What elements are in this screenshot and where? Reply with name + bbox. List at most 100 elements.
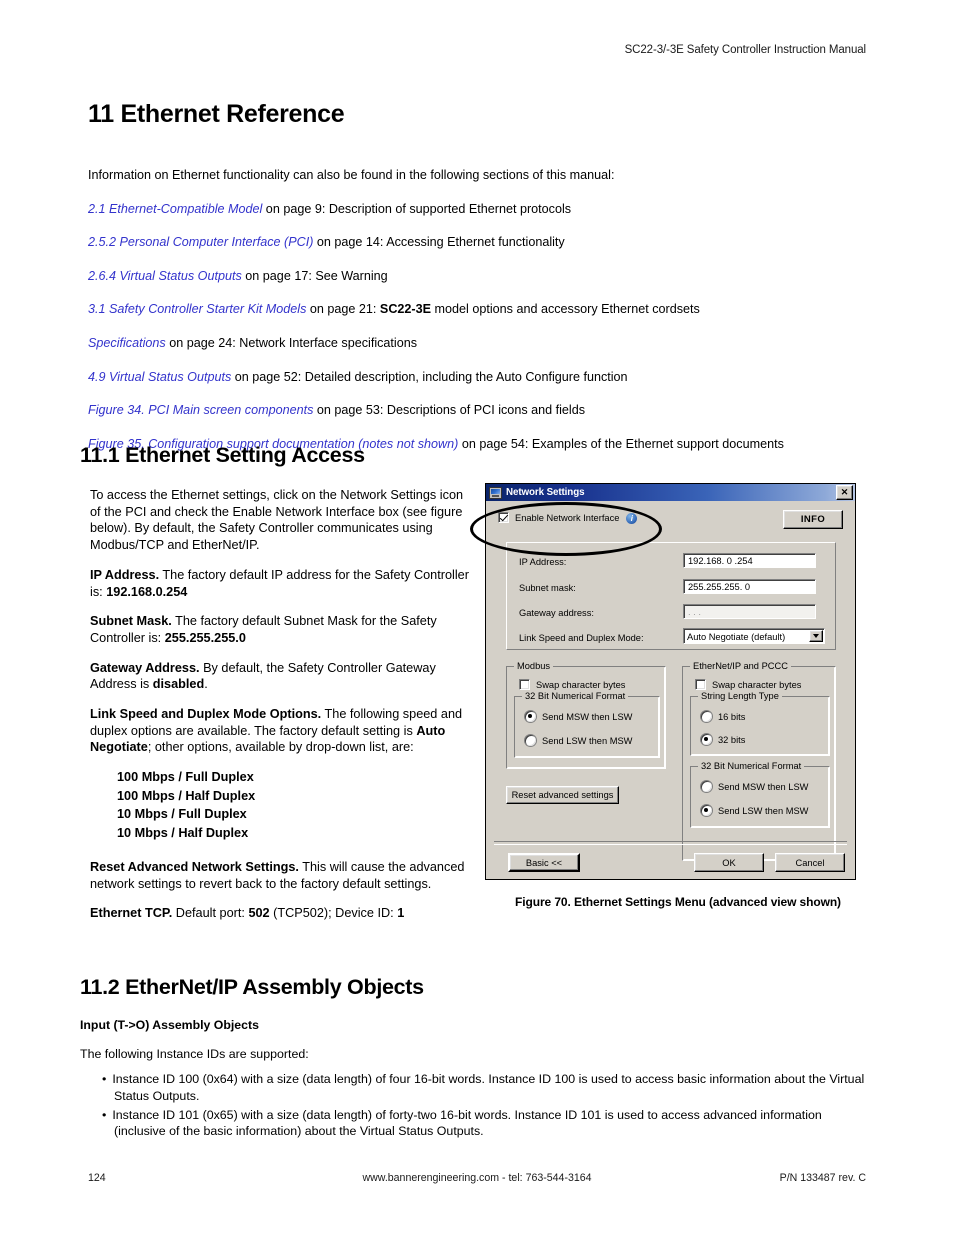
string-length-type-group: String Length Type 16 bits 32 bits [690, 691, 830, 756]
subnet-mask-input[interactable]: 255.255.255. 0 [683, 579, 816, 594]
modbus-msw-lsw-radio[interactable] [525, 711, 536, 722]
chevron-down-icon[interactable] [809, 630, 823, 642]
duplex-options-list: 100 Mbps / Full Duplex 100 Mbps / Half D… [90, 768, 475, 843]
cross-reference-link[interactable]: 2.1 Ethernet-Compatible Model [88, 202, 262, 216]
ethernet-ip-group: EtherNet/IP and PCCC Swap character byte… [682, 661, 836, 861]
string-length-16-row[interactable]: 16 bits [701, 711, 745, 722]
duplex-option-item: 10 Mbps / Half Duplex [117, 826, 249, 841]
footer-center-text: www.bannerengineering.com - tel: 763-544… [362, 1172, 592, 1184]
chapter-block: 11 Ethernet Reference Information on Eth… [88, 100, 866, 469]
section-11-2-subheading: Input (T->O) Assembly Objects [80, 1018, 259, 1032]
subnet-mask-field-label: Subnet mask: [519, 583, 576, 593]
cross-reference-text: on page 14: Accessing Ethernet functiona… [313, 235, 565, 250]
reset-advanced-settings-button[interactable]: Reset advanced settings [506, 786, 619, 804]
cross-reference-text: on page 54: Examples of the Ethernet sup… [458, 436, 784, 451]
modbus-lsw-msw-row[interactable]: Send LSW then MSW [525, 735, 632, 746]
ip-address-label: IP Address. [90, 567, 160, 582]
cross-reference-text: on page 17: See Warning [241, 268, 388, 283]
figure-caption: Figure 70. Ethernet Settings Menu (advan… [515, 895, 841, 909]
cross-reference-link[interactable]: Specifications [88, 336, 166, 350]
ip-address-input[interactable]: 192.168. 0 .254 [683, 553, 816, 568]
enip-msw-lsw-radio[interactable] [701, 781, 712, 792]
cancel-button[interactable]: Cancel [775, 853, 845, 872]
dialog-titlebar[interactable]: Network Settings ✕ [486, 484, 855, 501]
cross-reference-link[interactable]: 4.9 Virtual Status Outputs [88, 370, 231, 384]
dialog-separator [494, 841, 847, 845]
section-11-2-lead: The following Instance IDs are supported… [80, 1047, 309, 1061]
dialog-title: Network Settings [506, 487, 585, 498]
enip-swap-bytes-checkbox[interactable] [695, 679, 706, 690]
enable-network-interface-label: Enable Network Interface [515, 512, 620, 523]
modbus-msw-lsw-row[interactable]: Send MSW then LSW [525, 711, 632, 722]
link-speed-dropdown[interactable]: Auto Negotiate (default) [683, 628, 825, 644]
page-footer: 124 www.bannerengineering.com - tel: 763… [88, 1172, 866, 1184]
string-length-type-title: String Length Type [698, 691, 782, 701]
subnet-mask-value: 255.255.255.0 [164, 630, 246, 645]
string-length-32-row[interactable]: 32 bits [701, 734, 745, 745]
duplex-option-item: 10 Mbps / Full Duplex [117, 807, 247, 822]
ethernet-tcp-label: Ethernet TCP. [90, 906, 173, 921]
reset-advanced-label: Reset Advanced Network Settings. [90, 859, 299, 874]
paragraph-reset-advanced: Reset Advanced Network Settings. This wi… [90, 859, 475, 892]
paragraph-intro: To access the Ethernet settings, click o… [90, 488, 464, 553]
basic-view-button[interactable]: Basic << [508, 853, 580, 872]
paragraph-subnet-mask: Subnet Mask. The factory default Subnet … [90, 613, 475, 646]
cross-reference-line: Specifications on page 24: Network Inter… [88, 335, 866, 352]
link-speed-selected-value: Auto Negotiate (default) [687, 632, 786, 642]
ethernet-tcp-text-1: Default port: [172, 906, 249, 921]
cross-reference-link[interactable]: 2.6.4 Virtual Status Outputs [88, 269, 242, 283]
string-length-16-radio[interactable] [701, 711, 712, 722]
gateway-label: Gateway Address. [90, 660, 200, 675]
info-button[interactable]: INFO [783, 510, 843, 529]
enable-network-interface-row[interactable]: Enable Network Interface i [498, 512, 638, 524]
paragraph-link-speed: Link Speed and Duplex Mode Options. The … [90, 706, 475, 756]
enip-msw-lsw-row[interactable]: Send MSW then LSW [701, 781, 808, 792]
section-11-1-body: To access the Ethernet settings, click o… [90, 487, 475, 935]
enip-swap-bytes-label: Swap character bytes [712, 679, 802, 690]
modbus-lsw-msw-label: Send LSW then MSW [542, 735, 633, 746]
ok-button[interactable]: OK [694, 853, 764, 872]
string-length-32-radio[interactable] [701, 734, 712, 745]
link-speed-label: Link Speed and Duplex Mode Options. [90, 707, 322, 722]
modbus-swap-bytes-row[interactable]: Swap character bytes [519, 679, 625, 690]
modbus-swap-bytes-checkbox[interactable] [519, 679, 530, 690]
modbus-lsw-msw-radio[interactable] [525, 735, 536, 746]
modbus-swap-bytes-label: Swap character bytes [536, 679, 626, 690]
cross-reference-line: 2.5.2 Personal Computer Interface (PCI) … [88, 234, 866, 251]
gateway-address-field-label: Gateway address: [519, 608, 594, 618]
enip-lsw-msw-row[interactable]: Send LSW then MSW [701, 805, 808, 816]
cross-reference-tail: model options and accessory Ethernet cor… [431, 302, 700, 317]
paragraph-ethernet-tcp: Ethernet TCP. Default port: 502 (TCP502)… [90, 905, 475, 922]
cross-reference-line: Figure 34. PCI Main screen components on… [88, 402, 866, 419]
cross-reference-text: on page 9: Description of supported Ethe… [262, 201, 572, 216]
cross-reference-line: 2.1 Ethernet-Compatible Model on page 9:… [88, 201, 866, 218]
cross-reference-link[interactable]: Figure 34. PCI Main screen components [88, 403, 313, 417]
close-icon[interactable]: ✕ [836, 485, 853, 500]
ethernet-ip-group-title: EtherNet/IP and PCCC [690, 661, 791, 671]
enip-lsw-msw-label: Send LSW then MSW [718, 805, 809, 816]
info-icon[interactable]: i [626, 513, 638, 524]
gateway-value: disabled [152, 677, 205, 692]
enip-lsw-msw-radio[interactable] [701, 805, 712, 816]
document-page: SC22-3/-3E Safety Controller Instruction… [0, 0, 954, 1235]
address-panel: IP Address: 192.168. 0 .254 Subnet mask:… [506, 542, 836, 650]
link-speed-field-label: Link Speed and Duplex Mode: [519, 633, 644, 643]
string-length-32-label: 32 bits [718, 734, 746, 745]
string-length-16-label: 16 bits [718, 711, 746, 722]
duplex-option-item: 100 Mbps / Half Duplex [117, 788, 256, 803]
modbus-group-title: Modbus [514, 661, 554, 671]
section-11-2-block: 11.2 EtherNet/IP Assembly Objects Input … [80, 975, 870, 1143]
enable-network-interface-checkbox[interactable] [498, 512, 509, 523]
enip-swap-bytes-row[interactable]: Swap character bytes [695, 679, 801, 690]
cross-reference-link[interactable]: 2.5.2 Personal Computer Interface (PCI) [88, 235, 313, 249]
cross-reference-link[interactable]: 3.1 Safety Controller Starter Kit Models [88, 302, 306, 316]
duplex-option-item: 100 Mbps / Full Duplex [117, 770, 254, 785]
gateway-address-input[interactable]: . . . [683, 604, 816, 619]
paragraph-gateway-address: Gateway Address. By default, the Safety … [90, 660, 475, 693]
section-11-2-heading: 11.2 EtherNet/IP Assembly Objects [80, 975, 424, 999]
ip-address-field-label: IP Address: [519, 557, 567, 567]
instance-id-item: Instance ID 100 (0x64) with a size (data… [102, 1071, 870, 1104]
chapter-title: 11 Ethernet Reference [88, 100, 345, 128]
network-settings-icon [489, 486, 502, 499]
section-11-1-heading: 11.1 Ethernet Setting Access [80, 443, 365, 467]
